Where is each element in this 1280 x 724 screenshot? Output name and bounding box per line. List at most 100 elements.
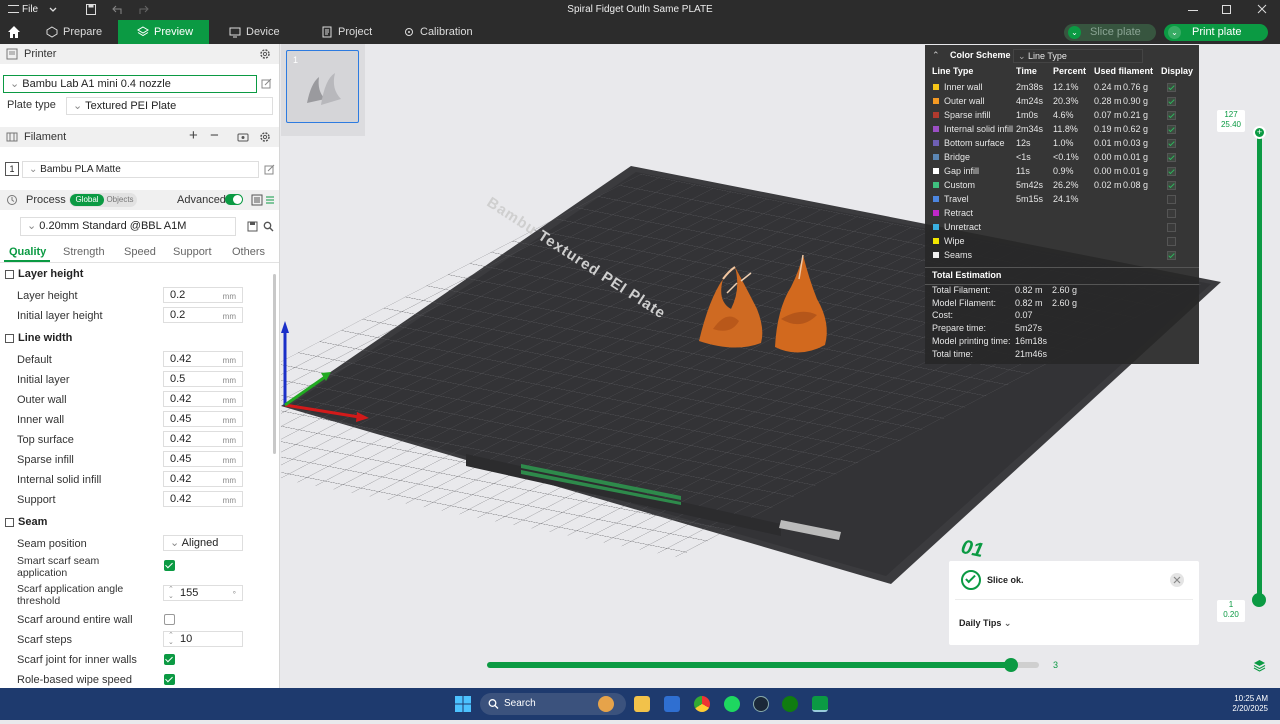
plate-type-select[interactable]: ⌄ Textured PEI Plate bbox=[66, 97, 273, 115]
gear-icon[interactable] bbox=[259, 131, 271, 143]
chrome-icon[interactable] bbox=[694, 696, 710, 712]
display-checkbox[interactable] bbox=[1167, 251, 1176, 260]
scarf-steps-input[interactable]: ⌃ ⌄ 10 bbox=[163, 631, 243, 647]
filament-select[interactable]: ⌄ Bambu PLA Matte bbox=[22, 161, 259, 178]
edit-icon[interactable] bbox=[264, 164, 275, 175]
taskbar-search[interactable]: Search bbox=[480, 693, 626, 715]
display-checkbox[interactable] bbox=[1167, 83, 1176, 92]
add-filament-icon[interactable]: + bbox=[189, 128, 201, 144]
redo-icon[interactable] bbox=[138, 0, 150, 20]
estimation-v1: 5m27s bbox=[1015, 323, 1043, 334]
stepper-icon[interactable]: ⌃ ⌄ bbox=[168, 586, 174, 600]
advanced-switch[interactable] bbox=[225, 194, 243, 205]
plate-thumbnail[interactable]: 1 bbox=[286, 50, 359, 123]
outer-wall-width-input[interactable]: 0.42 mm bbox=[163, 391, 243, 407]
scarf-around-checkbox[interactable] bbox=[164, 614, 175, 625]
bambu-studio-icon[interactable] bbox=[812, 696, 828, 712]
printer-select[interactable]: ⌄ Bambu Lab A1 mini 0.4 nozzle bbox=[3, 75, 257, 93]
toggle-objects[interactable]: Objects bbox=[104, 194, 136, 206]
tab-preview[interactable]: Preview bbox=[118, 20, 209, 44]
display-checkbox[interactable] bbox=[1167, 97, 1176, 106]
hamburger-icon bbox=[8, 5, 19, 13]
tab-device[interactable]: Device bbox=[220, 20, 300, 44]
save-preset-icon[interactable] bbox=[247, 221, 258, 232]
home-icon[interactable] bbox=[6, 24, 22, 40]
xbox-icon[interactable] bbox=[782, 696, 798, 712]
minimize-icon[interactable] bbox=[1188, 0, 1202, 20]
stepper-icon[interactable]: ⌃ ⌄ bbox=[168, 632, 174, 646]
file-explorer-icon[interactable] bbox=[634, 696, 650, 712]
undo-icon[interactable] bbox=[111, 0, 123, 20]
display-checkbox[interactable] bbox=[1167, 181, 1176, 190]
file-menu[interactable]: File bbox=[8, 0, 48, 20]
chevron-down-icon[interactable]: ⌄ bbox=[1168, 26, 1181, 39]
steam-icon[interactable] bbox=[753, 696, 769, 712]
layers-icon[interactable] bbox=[1253, 659, 1266, 672]
global-objects-toggle[interactable]: Global Objects bbox=[69, 193, 137, 207]
display-checkbox[interactable] bbox=[1167, 153, 1176, 162]
tab-project[interactable]: Project bbox=[312, 20, 392, 44]
gear-icon[interactable] bbox=[259, 48, 271, 60]
line-type-select[interactable]: ⌄ Line Type bbox=[1013, 49, 1143, 63]
store-icon[interactable] bbox=[664, 696, 680, 712]
chevron-down-icon[interactable] bbox=[48, 0, 60, 20]
move-slider-handle[interactable] bbox=[1004, 658, 1019, 672]
close-icon[interactable] bbox=[1170, 573, 1184, 587]
close-window-icon[interactable] bbox=[1256, 0, 1270, 20]
display-checkbox[interactable] bbox=[1167, 195, 1176, 204]
spotify-icon[interactable] bbox=[724, 696, 740, 712]
initial-layer-width-input[interactable]: 0.5 mm bbox=[163, 371, 243, 387]
layer-slider-track[interactable] bbox=[1257, 132, 1262, 600]
plate-type-label: Plate type bbox=[7, 99, 56, 111]
display-checkbox[interactable] bbox=[1167, 237, 1176, 246]
tab-strength[interactable]: Strength bbox=[63, 246, 105, 258]
list-icon[interactable] bbox=[251, 194, 263, 206]
windows-start-icon[interactable] bbox=[455, 696, 471, 712]
tab-prepare[interactable]: Prepare bbox=[37, 20, 118, 44]
role-wipe-checkbox[interactable] bbox=[164, 674, 175, 685]
estimation-label: Model Filament: bbox=[932, 297, 997, 308]
tab-speed[interactable]: Speed bbox=[124, 246, 156, 258]
display-checkbox[interactable] bbox=[1167, 209, 1176, 218]
move-slider-track[interactable] bbox=[487, 662, 1039, 668]
tab-others[interactable]: Others bbox=[232, 246, 265, 258]
remove-filament-icon[interactable]: − bbox=[210, 128, 222, 144]
process-preset-select[interactable]: ⌄ 0.20mm Standard @BBL A1M bbox=[20, 217, 236, 236]
tab-support[interactable]: Support bbox=[173, 246, 212, 258]
maximize-icon[interactable] bbox=[1222, 0, 1236, 20]
initial-layer-height-input[interactable]: 0.2 mm bbox=[163, 307, 243, 323]
display-checkbox[interactable] bbox=[1167, 223, 1176, 232]
chevron-down-icon[interactable]: ⌄ bbox=[1068, 26, 1081, 39]
edit-icon[interactable] bbox=[261, 78, 272, 89]
tab-calibration[interactable]: Calibration bbox=[394, 20, 484, 44]
tab-quality[interactable]: Quality bbox=[9, 246, 46, 258]
scarf-inner-checkbox[interactable] bbox=[164, 654, 175, 665]
display-checkbox[interactable] bbox=[1167, 139, 1176, 148]
layer-height-input[interactable]: 0.2 mm bbox=[163, 287, 243, 303]
save-icon[interactable] bbox=[85, 0, 97, 20]
layer-slider-bottom-handle[interactable] bbox=[1252, 593, 1266, 607]
internal-solid-width-input[interactable]: 0.42 mm bbox=[163, 471, 243, 487]
print-plate-button[interactable]: ⌄ Print plate bbox=[1164, 24, 1268, 41]
toggle-global[interactable]: Global bbox=[70, 194, 104, 206]
sidebar-scrollbar[interactable] bbox=[273, 274, 276, 454]
top-surface-width-input[interactable]: 0.42 mm bbox=[163, 431, 243, 447]
daily-tips-toggle[interactable]: Daily Tips ⌄ bbox=[959, 618, 1011, 629]
support-width-input[interactable]: 0.42 mm bbox=[163, 491, 243, 507]
sync-icon[interactable] bbox=[237, 131, 249, 143]
compare-icon[interactable] bbox=[265, 194, 275, 206]
taskbar-clock[interactable]: 10:25 AM 2/20/2025 bbox=[1200, 694, 1268, 714]
display-checkbox[interactable] bbox=[1167, 167, 1176, 176]
seam-position-select[interactable]: ⌄ Aligned bbox=[163, 535, 243, 551]
collapse-icon[interactable]: ⌃ bbox=[932, 50, 942, 60]
inner-wall-width-input[interactable]: 0.45 mm bbox=[163, 411, 243, 427]
scarf-angle-input[interactable]: ⌃ ⌄ 155 ° bbox=[163, 585, 243, 601]
smart-scarf-checkbox[interactable] bbox=[164, 560, 175, 571]
default-width-input[interactable]: 0.42 mm bbox=[163, 351, 243, 367]
search-icon[interactable] bbox=[263, 221, 274, 232]
display-checkbox[interactable] bbox=[1167, 125, 1176, 134]
layer-slider-top-handle[interactable]: + bbox=[1253, 126, 1266, 139]
sparse-infill-width-input[interactable]: 0.45 mm bbox=[163, 451, 243, 467]
slice-plate-button[interactable]: ⌄ Slice plate bbox=[1064, 24, 1156, 41]
display-checkbox[interactable] bbox=[1167, 111, 1176, 120]
